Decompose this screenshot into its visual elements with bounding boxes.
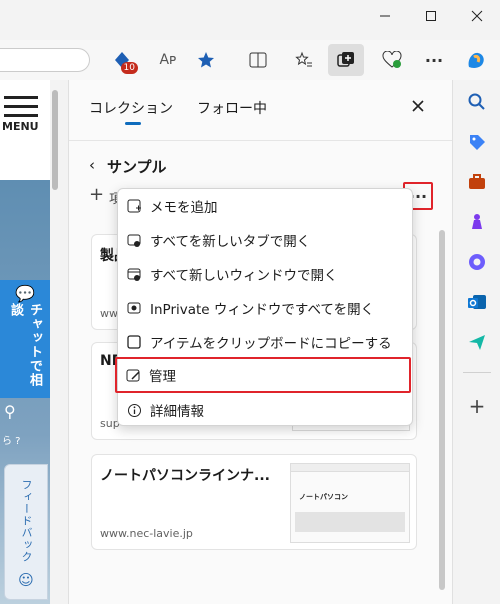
star-icon bbox=[198, 52, 214, 68]
notification-badge: 10 bbox=[120, 62, 138, 74]
menu-item-open-all-window[interactable]: すべて新しいウィンドウで開く bbox=[118, 257, 414, 291]
add-sidebar-app-button[interactable]: + bbox=[467, 396, 487, 416]
chat-label: チャットで相談 bbox=[8, 303, 42, 387]
menu-item-label: 管理 bbox=[149, 369, 176, 385]
menu-item-label: すべて新しいウィンドウで開く bbox=[150, 268, 338, 284]
collection-title: サンプル bbox=[107, 158, 167, 176]
open-tabs-icon bbox=[126, 232, 142, 248]
back-button[interactable]: ‹ bbox=[89, 156, 95, 174]
rail-divider bbox=[463, 372, 491, 373]
read-aloud-button[interactable]: Aᴘ bbox=[150, 44, 186, 76]
chevron-left-icon: ‹ bbox=[89, 156, 95, 174]
toolbox-icon[interactable] bbox=[467, 172, 487, 192]
chat-consult-tab[interactable]: 💬 チャットで相談 bbox=[0, 280, 50, 398]
menu-item-open-inprivate[interactable]: InPrivate ウィンドウですべてを開く bbox=[118, 291, 414, 325]
heart-pulse-icon bbox=[382, 51, 402, 68]
menu-item-manage[interactable]: 管理 bbox=[115, 357, 411, 393]
menu-item-details[interactable]: 詳細情報 bbox=[118, 393, 414, 427]
collection-card[interactable]: ノートパソコンラインナ... www.nec-lavie.jp ノートパソコン bbox=[91, 454, 417, 550]
feedback-tab[interactable]: フィードバック ☺ bbox=[4, 464, 48, 600]
collections-button[interactable] bbox=[328, 44, 364, 76]
close-icon bbox=[412, 100, 424, 112]
inprivate-icon bbox=[126, 300, 142, 316]
panel-divider bbox=[69, 140, 453, 141]
collection-context-menu: メモを追加 すべてを新しいタブで開く すべて新しいウィンドウで開く InPriv… bbox=[115, 188, 414, 427]
menu-item-label: 詳細情報 bbox=[150, 404, 204, 420]
split-screen-button[interactable] bbox=[240, 44, 276, 76]
tab-collections[interactable]: コレクション bbox=[89, 98, 173, 118]
minimize-button[interactable] bbox=[362, 0, 408, 32]
thumb-heading: ノートパソコン bbox=[299, 493, 348, 501]
settings-menu-button[interactable]: ··· bbox=[416, 44, 452, 76]
menu-item-copy-clipboard[interactable]: アイテムをクリップボードにコピーする bbox=[118, 325, 414, 359]
favorite-star-button[interactable] bbox=[188, 44, 224, 76]
drop-send-icon[interactable] bbox=[467, 332, 487, 352]
more-horizontal-icon: ··· bbox=[424, 50, 444, 70]
chat-bubble-icon: 💬 bbox=[15, 284, 35, 303]
add-page-button[interactable]: + bbox=[89, 184, 104, 205]
panel-scrollbar[interactable] bbox=[439, 230, 445, 590]
hamburger-icon[interactable] bbox=[4, 96, 38, 123]
close-window-button[interactable] bbox=[454, 0, 500, 32]
manage-edit-icon bbox=[125, 367, 141, 383]
feedback-label: フィードバック bbox=[20, 479, 33, 563]
microsoft-365-icon[interactable] bbox=[467, 252, 487, 272]
card-url: www.nec-lavie.jp bbox=[100, 527, 193, 540]
favorites-button[interactable] bbox=[286, 44, 322, 76]
collections-icon bbox=[337, 52, 354, 67]
plus-icon: + bbox=[468, 394, 486, 418]
menu-item-label: すべてを新しいタブで開く bbox=[150, 234, 311, 250]
close-panel-button[interactable] bbox=[411, 98, 425, 117]
menu-item-label: メモを追加 bbox=[150, 200, 218, 216]
active-tab-indicator bbox=[125, 122, 141, 125]
menu-label: MENU bbox=[2, 120, 39, 133]
plus-icon: + bbox=[89, 184, 105, 205]
new-window-icon bbox=[126, 266, 142, 282]
split-screen-icon bbox=[249, 52, 267, 68]
address-bar[interactable] bbox=[0, 48, 90, 72]
browser-essentials-button[interactable] bbox=[374, 44, 410, 76]
web-page: MENU 💬 チャットで相談 ⚲ ら ? フィードバック ☺ bbox=[0, 80, 50, 604]
add-note-icon bbox=[126, 198, 142, 214]
tracking-prevention-button[interactable]: 10 bbox=[104, 44, 140, 76]
tab-following[interactable]: フォロー中 bbox=[197, 98, 267, 118]
games-icon[interactable] bbox=[467, 212, 487, 232]
sidebar-rail: + bbox=[452, 80, 500, 604]
copilot-icon bbox=[468, 52, 484, 68]
copilot-button[interactable] bbox=[458, 44, 494, 76]
copy-icon bbox=[126, 334, 142, 350]
menu-item-open-all-tabs[interactable]: すべてを新しいタブで開く bbox=[118, 223, 414, 257]
favorites-list-icon bbox=[295, 51, 312, 67]
smiley-icon: ☺ bbox=[18, 571, 34, 589]
info-icon bbox=[126, 402, 142, 418]
help-icon[interactable]: ら ? bbox=[2, 432, 21, 447]
outlook-icon[interactable] bbox=[467, 292, 487, 312]
search-icon[interactable]: ⚲ bbox=[4, 402, 16, 421]
page-scrollbar[interactable] bbox=[52, 90, 58, 190]
menu-item-add-note[interactable]: メモを追加 bbox=[118, 189, 414, 223]
menu-item-label: InPrivate ウィンドウですべてを開く bbox=[150, 302, 375, 318]
read-aloud-icon: Aᴘ bbox=[159, 52, 177, 68]
shopping-tag-icon[interactable] bbox=[467, 132, 487, 152]
card-title: ノートパソコンラインナ... bbox=[100, 468, 270, 484]
search-icon[interactable] bbox=[467, 92, 487, 112]
menu-item-label: アイテムをクリップボードにコピーする bbox=[150, 336, 392, 352]
card-thumbnail: ノートパソコン bbox=[290, 463, 410, 543]
maximize-button[interactable] bbox=[408, 0, 454, 32]
